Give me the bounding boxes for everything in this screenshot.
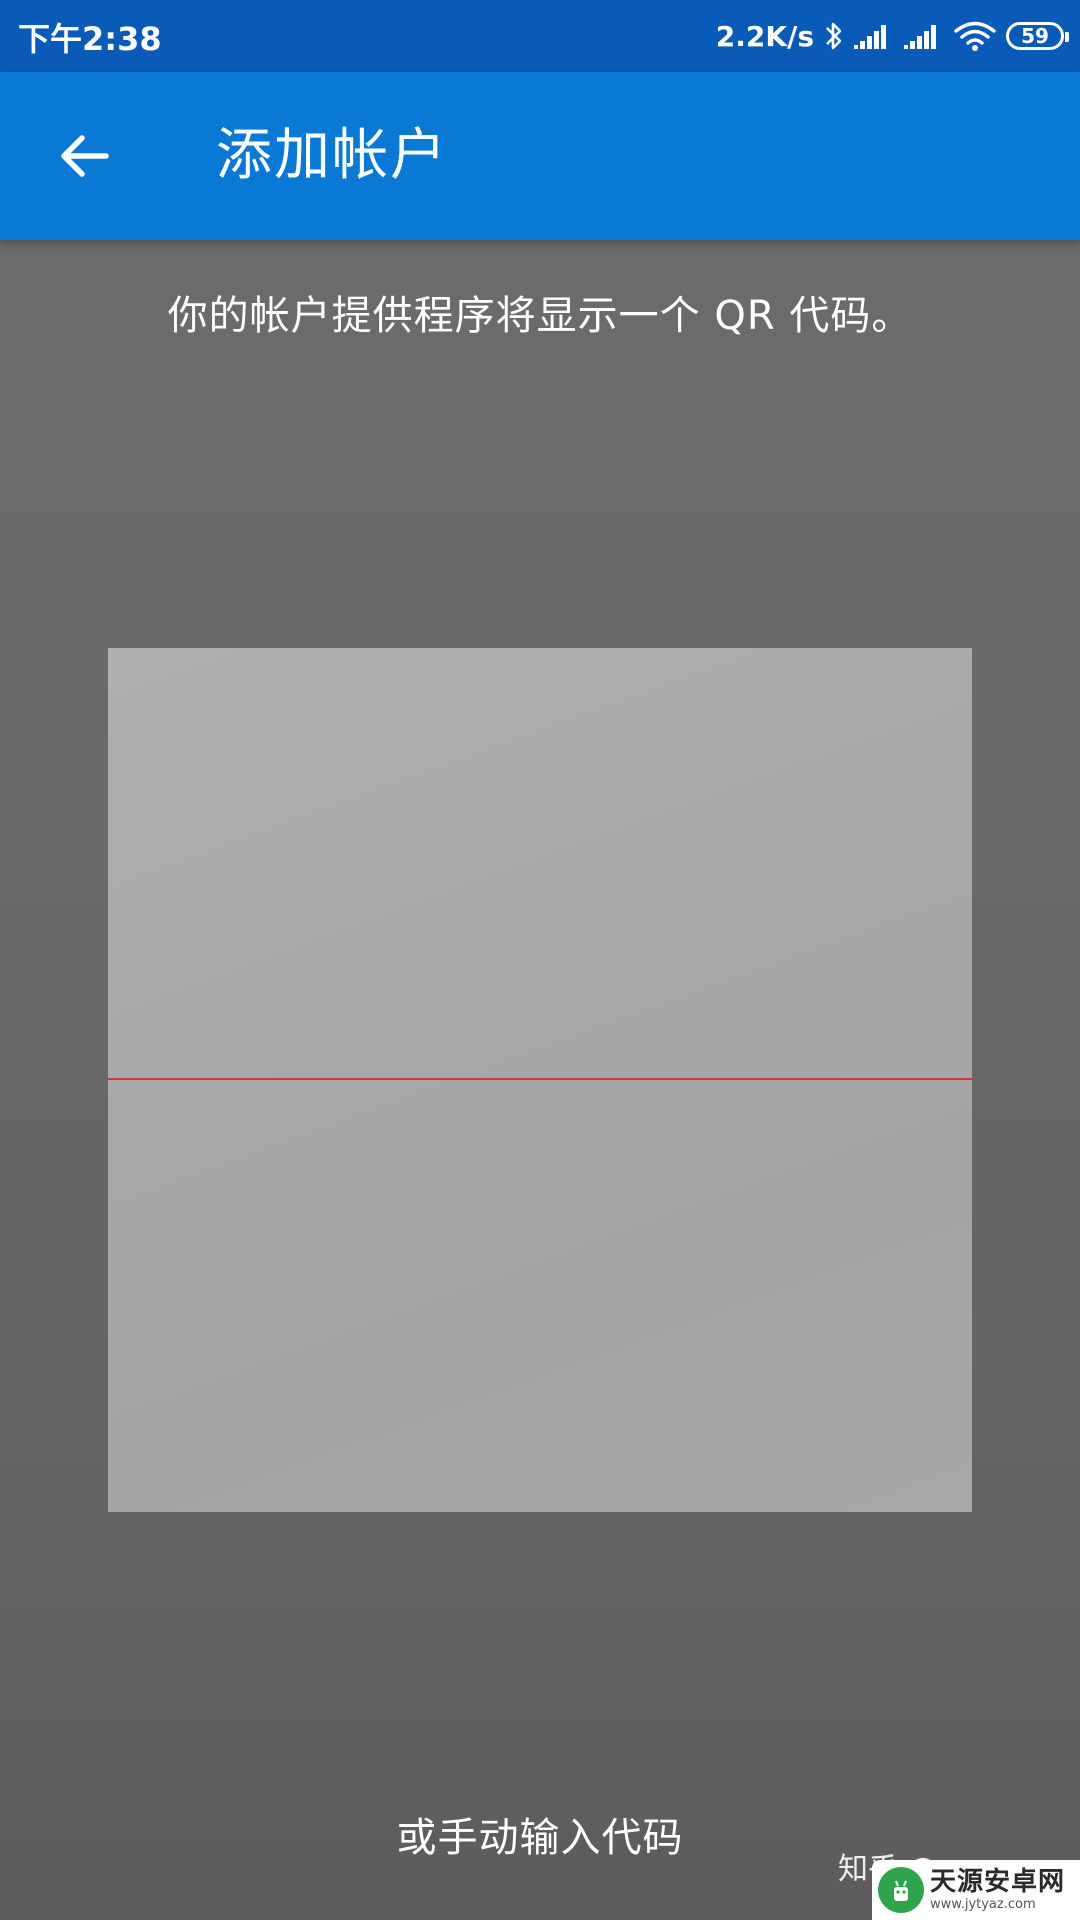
site-name: 天源安卓网 [930,1867,1066,1897]
scan-line [108,1078,972,1080]
screen: 下午2:38 2.2K/s 59 添加帐户 你的帐户提供程序将显示一个 QR 代… [0,0,1080,1920]
wifi-icon [954,20,996,52]
signal-icon [854,21,894,51]
battery-level: 59 [1021,24,1049,48]
status-bar: 下午2:38 2.2K/s 59 [0,0,1080,72]
page-title: 添加帐户 [216,123,448,188]
network-speed: 2.2K/s [715,19,814,53]
site-url: www.jytyaz.com [930,1897,1036,1912]
qr-scan-area [108,648,972,1512]
battery-icon: 59 [1006,22,1069,50]
battery-tip [1065,32,1069,42]
bluetooth-icon [824,19,844,53]
arrow-left-icon [61,135,109,177]
site-text: 天源安卓网 www.jytyaz.com [930,1869,1065,1911]
app-bar: 添加帐户 [0,72,1080,240]
signal-icon [904,21,944,51]
back-button[interactable] [48,120,120,192]
site-watermark: 天源安卓网 www.jytyaz.com [872,1860,1080,1920]
status-icons: 2.2K/s 59 [715,14,1069,58]
site-logo-icon [878,1867,924,1913]
status-time: 下午2:38 [18,20,162,58]
scan-instruction: 你的帐户提供程序将显示一个 QR 代码。 [167,293,913,339]
